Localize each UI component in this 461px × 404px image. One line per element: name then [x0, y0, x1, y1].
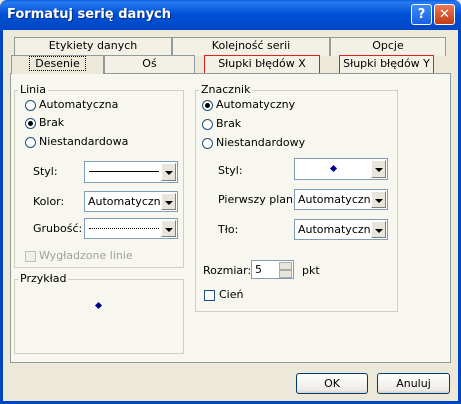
marker-group-title: Znacznik: [199, 83, 253, 96]
chevron-down-icon[interactable]: [161, 220, 176, 237]
marker-custom-radio[interactable]: [202, 138, 213, 149]
tab-axis[interactable]: Oś: [104, 55, 195, 73]
marker-style-label: Styl:: [218, 164, 243, 177]
line-color-dropdown[interactable]: Automatyczny: [84, 191, 178, 212]
line-style-dropdown[interactable]: [84, 161, 178, 183]
line-group-title: Linia: [18, 83, 48, 96]
help-button[interactable]: ?: [411, 4, 432, 25]
marker-size-spinner[interactable]: 5: [251, 260, 294, 279]
marker-foreground-dropdown[interactable]: Automatyczny: [294, 189, 388, 210]
chevron-down-icon[interactable]: [371, 221, 386, 238]
marker-none-radio[interactable]: [202, 119, 213, 130]
ok-button[interactable]: OK: [296, 373, 368, 394]
window-title: Formatuj serię danych: [7, 7, 171, 22]
line-style-preview: [89, 171, 159, 172]
smoothed-line-label: Wygładzone linie: [39, 249, 133, 262]
line-none-label: Brak: [39, 116, 65, 129]
marker-none-label: Brak: [216, 117, 242, 130]
title-bar: Formatuj serię danych ? ✕: [0, 0, 461, 30]
close-button[interactable]: ✕: [434, 4, 455, 25]
marker-foreground-value: Automatyczny: [298, 193, 378, 206]
line-custom-label: Niestandardowa: [39, 135, 129, 148]
marker-size-value: 5: [255, 263, 262, 276]
marker-automatic-label: Automatyczny: [216, 98, 296, 111]
line-automatic-radio[interactable]: [25, 100, 36, 111]
line-color-label: Kolor:: [33, 195, 65, 208]
line-weight-label: Grubość:: [33, 222, 83, 235]
chevron-down-icon[interactable]: [371, 191, 386, 208]
marker-background-value: Automatyczny: [298, 223, 378, 236]
smoothed-line-checkbox[interactable]: [25, 251, 36, 262]
marker-foreground-label: Pierwszy plan:: [218, 193, 297, 206]
tab-x-error-bars[interactable]: Słupki błędów X: [204, 55, 320, 74]
marker-background-label: Tło:: [218, 223, 239, 236]
marker-size-label: Rozmiar:: [203, 264, 252, 277]
marker-background-dropdown[interactable]: Automatyczny: [294, 219, 388, 240]
tab-series-order[interactable]: Kolejność serii: [172, 37, 330, 56]
line-weight-dropdown[interactable]: [84, 218, 178, 239]
line-custom-radio[interactable]: [25, 137, 36, 148]
tab-options[interactable]: Opcje: [330, 37, 446, 56]
tab-y-error-bars[interactable]: Słupki błędów Y: [339, 55, 434, 74]
marker-style-dropdown[interactable]: [294, 158, 388, 180]
example-group-title: Przykład: [18, 272, 69, 285]
marker-custom-label: Niestandardowy: [216, 136, 306, 149]
spin-up-icon[interactable]: [279, 262, 292, 270]
cancel-button[interactable]: Anuluj: [377, 373, 450, 394]
marker-size-unit: pkt: [302, 264, 320, 277]
line-weight-preview: [89, 228, 159, 229]
line-style-label: Styl:: [33, 165, 58, 178]
close-icon: ✕: [439, 7, 450, 22]
spin-down-icon[interactable]: [279, 270, 292, 278]
tab-data-labels[interactable]: Etykiety danych: [14, 37, 172, 56]
chevron-down-icon[interactable]: [161, 163, 176, 181]
help-icon: ?: [417, 7, 426, 22]
marker-style-diamond-icon: [329, 164, 338, 173]
line-automatic-label: Automatyczna: [39, 98, 119, 111]
tab-patterns[interactable]: Desenie: [11, 55, 104, 74]
marker-automatic-radio[interactable]: [202, 100, 213, 111]
chevron-down-icon[interactable]: [371, 160, 386, 178]
chevron-down-icon[interactable]: [161, 193, 176, 210]
line-none-radio[interactable]: [25, 118, 36, 129]
shadow-checkbox[interactable]: [204, 290, 215, 301]
shadow-label: Cień: [219, 288, 244, 301]
example-group: [14, 279, 184, 354]
line-color-value: Automatyczny: [88, 195, 168, 208]
